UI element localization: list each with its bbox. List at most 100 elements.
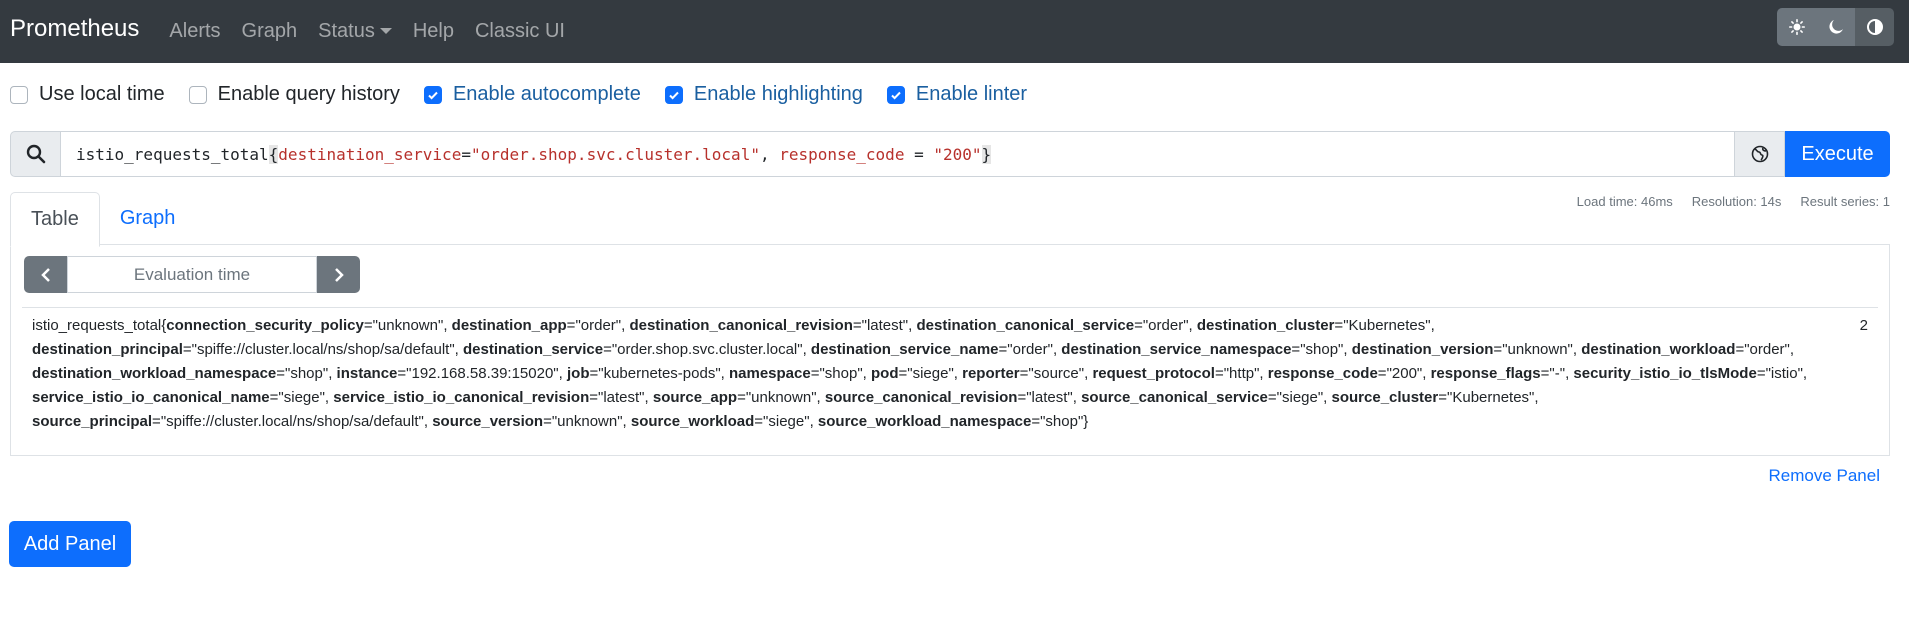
load-time: Load time: 46ms: [1576, 194, 1673, 209]
label-value: "-": [1549, 365, 1566, 382]
label-value: "siege": [1276, 389, 1324, 406]
evaluation-time-input[interactable]: Evaluation time: [67, 256, 317, 293]
query-options: Use local time Enable query history Enab…: [0, 63, 1909, 126]
label-key: source_workload: [630, 413, 755, 430]
label-key: destination_cluster: [1196, 317, 1335, 334]
query-label-1: destination_service: [278, 144, 462, 164]
label-value: "unknown": [1502, 341, 1573, 358]
search-icon-addon: [10, 131, 60, 177]
checkbox-checked[interactable]: [664, 85, 683, 104]
tab-table[interactable]: Table: [10, 192, 100, 247]
label-value: "unknown": [551, 413, 623, 430]
query-open-brace: {: [268, 144, 279, 164]
label-value: "Kubernetes": [1447, 389, 1535, 406]
tab-graph[interactable]: Graph: [100, 192, 196, 245]
label-value: "shop": [1040, 413, 1084, 430]
query-expression-input[interactable]: istio_requests_total{destination_service…: [60, 131, 1735, 177]
label-key: namespace: [728, 365, 811, 382]
option-enable-query-history[interactable]: Enable query history: [188, 83, 400, 106]
label-value: "unknown": [745, 389, 817, 406]
label-key: destination_version: [1351, 341, 1494, 358]
label-key: source_canonical_service: [1081, 389, 1268, 406]
label-value: "200": [1386, 365, 1423, 382]
label-value: "shop": [819, 365, 863, 382]
checkbox[interactable]: [10, 85, 28, 104]
label-value: "siege": [763, 413, 810, 430]
theme-light-button[interactable]: [1777, 8, 1816, 46]
label-key: source_version: [432, 413, 544, 430]
eval-time-next-button[interactable]: [317, 256, 360, 293]
label-value: "latest": [598, 389, 645, 406]
result-table: istio_requests_total{connection_security…: [22, 307, 1878, 434]
nav-classic-ui[interactable]: Classic UI: [475, 20, 565, 43]
query-label-2: response_code: [779, 144, 905, 164]
remove-panel-link[interactable]: Remove Panel: [1768, 466, 1880, 486]
label-key: pod: [871, 365, 899, 382]
checkbox[interactable]: [188, 85, 207, 104]
label-value: "latest": [861, 317, 909, 334]
navbar: Prometheus Alerts Graph Status Help Clas…: [0, 0, 1909, 63]
option-enable-highlighting[interactable]: Enable highlighting: [664, 83, 863, 106]
label-value: "http": [1223, 365, 1260, 382]
label-key: source_principal: [32, 413, 153, 430]
nav-status-dropdown[interactable]: Status: [318, 20, 392, 43]
label-key: destination_workload: [1581, 341, 1736, 358]
nav-graph[interactable]: Graph: [242, 20, 298, 43]
checkbox-checked[interactable]: [423, 85, 442, 104]
execute-button[interactable]: Execute: [1785, 131, 1890, 177]
option-label: Enable autocomplete: [452, 83, 641, 105]
label-value: "source": [1028, 365, 1085, 382]
globe-icon: [1751, 145, 1768, 163]
query-value-1: "order.shop.svc.cluster.local": [470, 144, 760, 164]
series-metric: istio_requests_total: [32, 317, 162, 334]
nav-alerts[interactable]: Alerts: [169, 20, 220, 43]
label-value: "siege": [907, 365, 954, 382]
label-value: "latest": [1026, 389, 1073, 406]
label-value: "192.168.58.39:15020": [406, 365, 559, 382]
half-circle-icon: [1866, 19, 1883, 35]
label-key: instance: [336, 365, 398, 382]
label-value: "order": [575, 317, 622, 334]
label-value: "order": [1007, 341, 1053, 358]
label-value: "siege": [278, 389, 325, 406]
checkbox-checked[interactable]: [886, 85, 905, 104]
sun-icon: [1788, 19, 1805, 35]
option-enable-linter[interactable]: Enable linter: [886, 83, 1027, 106]
checkmark-icon: [891, 91, 901, 100]
query-close-brace: }: [981, 144, 992, 164]
label-value: "shop": [1300, 341, 1344, 358]
series-labels: istio_requests_total{connection_security…: [32, 317, 1808, 430]
caret-down-icon: [379, 27, 392, 34]
label-key: destination_workload_namespace: [32, 365, 277, 382]
brand-logo[interactable]: Prometheus: [10, 15, 139, 43]
label-value: "spiffe://cluster.local/ns/shop/sa/defau…: [191, 341, 455, 358]
moon-icon: [1828, 20, 1843, 34]
label-key: security_istio_io_tlsMode: [1573, 365, 1757, 382]
metrics-explorer-button[interactable]: [1735, 131, 1785, 177]
query-metric: istio_requests_total: [76, 144, 269, 164]
label-key: destination_service_namespace: [1061, 341, 1292, 358]
theme-toggle-group: [1777, 8, 1894, 46]
add-panel-button[interactable]: Add Panel: [9, 521, 131, 567]
nav-status-label: Status: [318, 20, 375, 42]
eval-time-prev-button[interactable]: [24, 256, 67, 293]
label-value: "shop": [285, 365, 329, 382]
option-use-local-time[interactable]: Use local time: [10, 83, 165, 106]
label-value: "order.shop.svc.cluster.local": [611, 341, 803, 358]
label-value: "order": [1142, 317, 1189, 334]
checkmark-icon: [428, 91, 438, 100]
nav-help[interactable]: Help: [413, 20, 454, 43]
result-series: Result series: 1: [1800, 194, 1890, 209]
search-icon: [26, 144, 45, 164]
query-bar: istio_requests_total{destination_service…: [10, 131, 1890, 177]
checkmark-icon: [669, 91, 679, 100]
label-value: "Kubernetes": [1343, 317, 1431, 334]
option-label: Use local time: [39, 83, 165, 105]
theme-dark-button[interactable]: [1816, 8, 1855, 46]
theme-auto-button[interactable]: [1855, 8, 1894, 46]
resolution: Resolution: 14s: [1691, 194, 1782, 209]
option-enable-autocomplete[interactable]: Enable autocomplete: [423, 83, 641, 106]
label-key: destination_service: [463, 341, 604, 358]
label-key: request_protocol: [1092, 365, 1215, 382]
option-label: Enable highlighting: [693, 83, 863, 105]
